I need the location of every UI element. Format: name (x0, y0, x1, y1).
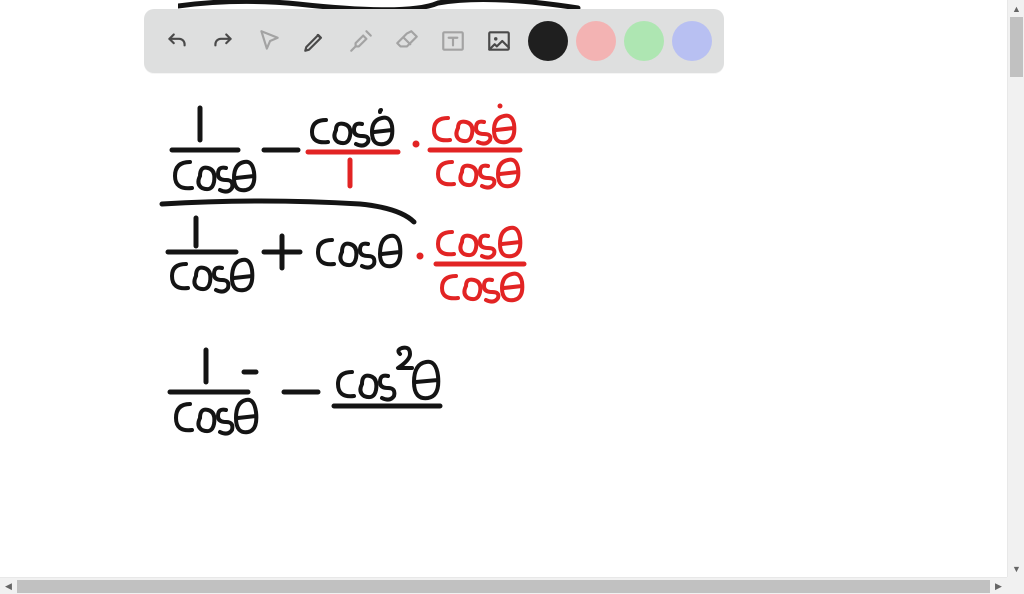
text-tool[interactable] (432, 20, 474, 62)
vertical-scroll-thumb[interactable] (1010, 17, 1023, 77)
image-tool[interactable] (478, 20, 520, 62)
scroll-up-arrow-icon[interactable]: ▲ (1008, 0, 1024, 17)
pointer-tool[interactable] (248, 20, 290, 62)
scroll-down-arrow-icon[interactable]: ▼ (1008, 560, 1024, 577)
pointer-icon (256, 28, 282, 54)
color-swatch-green[interactable] (624, 21, 664, 61)
tools-button[interactable] (340, 20, 382, 62)
redo-icon (210, 28, 236, 54)
image-icon (486, 28, 512, 54)
color-swatch-red[interactable] (576, 21, 616, 61)
whiteboard-viewport: ▲ ▼ ◀ ▶ (0, 0, 1024, 594)
drawing-canvas[interactable] (0, 0, 1007, 577)
pen-icon (302, 28, 328, 54)
undo-icon (164, 28, 190, 54)
text-box-icon (440, 28, 466, 54)
color-swatch-black[interactable] (528, 21, 568, 61)
vertical-scrollbar[interactable]: ▲ ▼ (1007, 0, 1024, 577)
redo-button[interactable] (202, 20, 244, 62)
scroll-right-arrow-icon[interactable]: ▶ (990, 578, 1007, 594)
eraser-tool[interactable] (386, 20, 428, 62)
scrollbar-corner (1007, 577, 1024, 594)
horizontal-scrollbar[interactable]: ◀ ▶ (0, 577, 1007, 594)
tools-icon (348, 28, 374, 54)
color-swatch-blue[interactable] (672, 21, 712, 61)
pen-tool[interactable] (294, 20, 336, 62)
scroll-left-arrow-icon[interactable]: ◀ (0, 578, 17, 594)
horizontal-scroll-thumb[interactable] (17, 580, 990, 593)
drawing-toolbar (144, 9, 724, 73)
eraser-icon (394, 28, 420, 54)
undo-button[interactable] (156, 20, 198, 62)
